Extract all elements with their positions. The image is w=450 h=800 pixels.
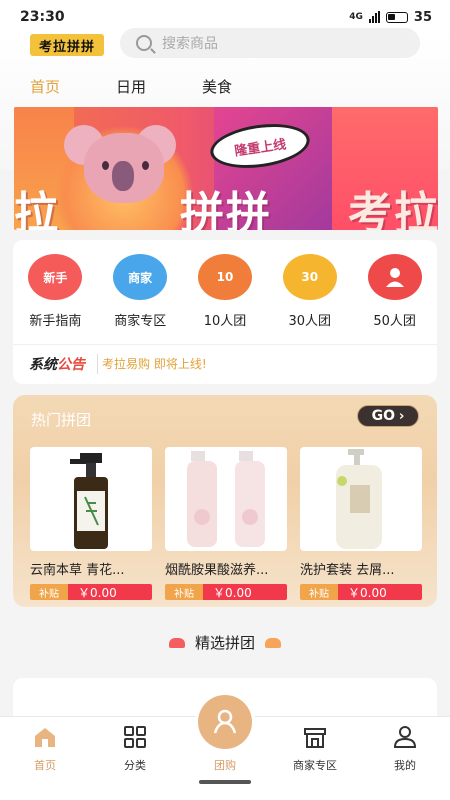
hot-group-section: 热门拼团 GO › 云南本草 青花... 补贴 ￥0.00 烟酰胺果酸滋养...… <box>13 395 437 607</box>
network-label: 4G <box>349 12 363 22</box>
go-button[interactable]: GO › <box>357 405 419 427</box>
category-newbie-guide[interactable]: 新手 新手指南 <box>13 254 98 329</box>
category-label: 10人团 <box>203 314 247 329</box>
product-image <box>30 447 152 551</box>
product-image <box>165 447 287 551</box>
home-icon <box>35 728 55 747</box>
subsidy-tag: 补贴 <box>300 584 338 600</box>
koala-mascot-icon <box>64 121 176 211</box>
group-50-icon <box>367 254 422 300</box>
nav-label: 我的 <box>394 759 416 772</box>
category-10-group[interactable]: 10 10人团 <box>183 254 268 329</box>
product-price-row: 补贴 ￥0.00 <box>165 584 287 600</box>
category-tabs: 首页 日用 美食 <box>22 76 240 109</box>
notice-title: 系统公告 <box>29 353 98 374</box>
nav-profile[interactable]: 我的 <box>360 721 450 773</box>
nav-label: 商家专区 <box>293 759 337 772</box>
category-label: 30人团 <box>288 314 332 329</box>
grid-icon <box>124 726 146 748</box>
category-30-group[interactable]: 30 30人团 <box>267 254 352 329</box>
category-50-group[interactable]: 50人团 <box>352 254 437 329</box>
home-indicator[interactable] <box>199 780 251 784</box>
search-placeholder: 搜索商品 <box>162 36 218 52</box>
signal-icon <box>368 11 380 23</box>
status-time: 23:30 <box>20 9 65 25</box>
banner-text-left: 拉 <box>14 188 60 230</box>
hot-group-title: 热门拼团 <box>31 411 92 429</box>
notice-title-red: 公告 <box>57 356 85 373</box>
product-price-row: 补贴 ￥0.00 <box>30 584 152 600</box>
battery-icon <box>385 11 408 23</box>
system-notice[interactable]: 系统公告 考拉易购 即将上线! <box>13 344 437 382</box>
chevron-right-icon: › <box>399 408 405 424</box>
product-name: 云南本草 青花... <box>30 563 125 578</box>
category-merchant-zone[interactable]: 商家 商家专区 <box>98 254 183 329</box>
category-label: 商家专区 <box>114 314 167 329</box>
group-30-icon: 30 <box>282 254 337 300</box>
category-card: 新手 新手指南 商家 商家专区 10 10人团 30 30人团 50人团 系统公… <box>13 240 437 384</box>
category-label: 50人团 <box>373 314 416 329</box>
promo-banner[interactable]: 隆重上线 拉 拼拼 考拉 <box>14 107 438 230</box>
nav-merchant-zone[interactable]: 商家专区 <box>270 721 360 773</box>
user-icon <box>393 726 417 748</box>
group-10-icon: 10 <box>197 254 252 300</box>
selected-section-header: 精选拼团 <box>0 632 450 653</box>
heart-icon <box>265 637 281 648</box>
subsidy-tag: 补贴 <box>30 584 68 600</box>
status-icons: 4G 35 <box>349 10 432 25</box>
product-card[interactable]: 洗护套装 去屑... 补贴 ￥0.00 <box>300 447 422 600</box>
go-label: GO <box>371 408 396 424</box>
product-name: 烟酰胺果酸滋养... <box>165 563 269 578</box>
battery-level: 35 <box>413 9 432 25</box>
nav-label: 首页 <box>34 759 56 772</box>
bottom-nav: 首页 分类 团购 商家专区 我的 <box>0 695 450 800</box>
product-price: ￥0.00 <box>203 584 287 600</box>
search-icon <box>136 35 152 51</box>
product-name: 洗护套装 去屑... <box>300 563 395 578</box>
tab-food[interactable]: 美食 <box>194 76 240 97</box>
notice-text: 考拉易购 即将上线! <box>102 357 207 371</box>
product-price: ￥0.00 <box>338 584 422 600</box>
banner-text-mid: 拼拼 <box>180 188 272 230</box>
product-card[interactable]: 云南本草 青花... 补贴 ￥0.00 <box>30 447 152 600</box>
search-input[interactable]: 搜索商品 <box>120 28 420 58</box>
product-price: ￥0.00 <box>68 584 152 600</box>
store-icon <box>304 728 326 748</box>
nav-items: 首页 分类 团购 商家专区 我的 <box>0 721 450 773</box>
nav-label: 分类 <box>124 759 146 772</box>
notice-title-black: 系统 <box>29 356 57 373</box>
hot-products: 云南本草 青花... 补贴 ￥0.00 烟酰胺果酸滋养... 补贴 ￥0.00 … <box>30 447 422 600</box>
nav-group-buy[interactable]: 团购 <box>180 721 270 773</box>
category-grid: 新手 新手指南 商家 商家专区 10 10人团 30 30人团 50人团 <box>13 254 437 329</box>
tab-home[interactable]: 首页 <box>22 76 69 109</box>
nav-home[interactable]: 首页 <box>0 721 90 773</box>
heart-icon <box>168 637 185 648</box>
product-price-row: 补贴 ￥0.00 <box>300 584 422 600</box>
app-root: 23:30 4G 35 考拉拼拼 搜索商品 首页 日用 美食 隆重上线 拉 拼拼… <box>0 0 450 800</box>
nav-label: 团购 <box>214 759 236 772</box>
category-label: 新手指南 <box>29 314 82 329</box>
nav-category[interactable]: 分类 <box>90 721 180 773</box>
banner-text-right: 考拉 <box>348 188 438 230</box>
product-image <box>300 447 422 551</box>
subsidy-tag: 补贴 <box>165 584 203 600</box>
merchant-zone-icon: 商家 <box>113 254 168 300</box>
tab-daily[interactable]: 日用 <box>108 76 154 97</box>
product-card[interactable]: 烟酰胺果酸滋养... 补贴 ￥0.00 <box>165 447 287 600</box>
section-title: 精选拼团 <box>194 634 255 652</box>
app-logo: 考拉拼拼 <box>30 34 104 56</box>
newbie-guide-icon: 新手 <box>28 254 83 300</box>
